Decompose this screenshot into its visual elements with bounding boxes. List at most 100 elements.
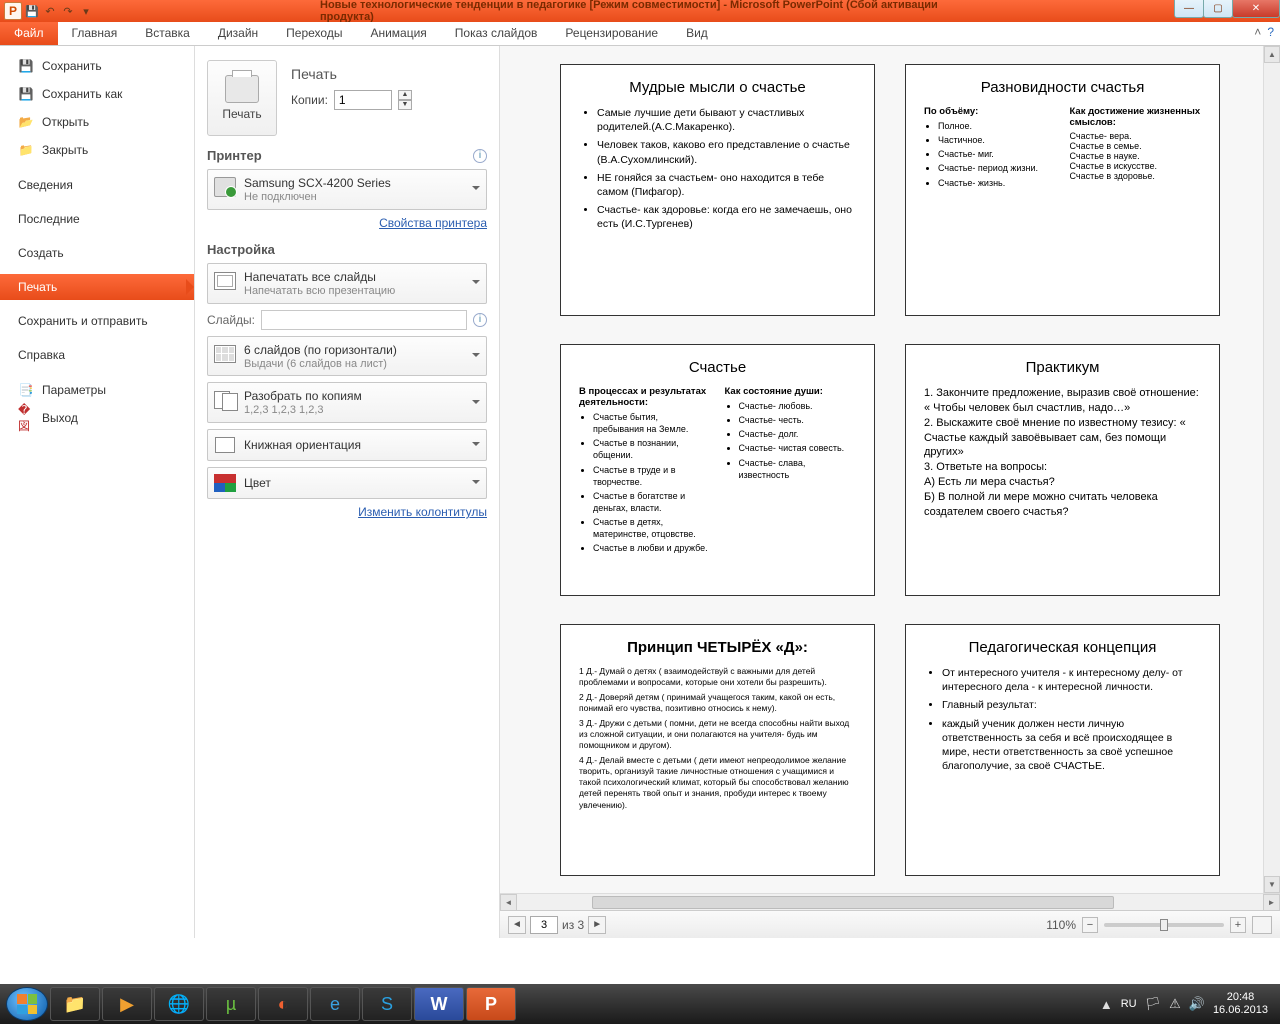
- zoom-fit-button[interactable]: [1252, 916, 1272, 934]
- prev-page-button[interactable]: ◄: [508, 916, 526, 934]
- copies-spinner[interactable]: ▲▼: [398, 90, 412, 110]
- start-button[interactable]: [6, 987, 48, 1021]
- close-file-icon: 📁: [18, 142, 34, 158]
- menu-open[interactable]: 📂Открыть: [0, 108, 194, 136]
- menu-print[interactable]: Печать: [0, 274, 194, 300]
- backstage-menu: 💾Сохранить 💾Сохранить как 📂Открыть 📁Закр…: [0, 46, 195, 938]
- collate-icon: [214, 391, 236, 409]
- window-buttons: — ▢ ✕: [1175, 0, 1280, 18]
- taskbar-mediaplayer[interactable]: ▶: [102, 987, 152, 1021]
- menu-close[interactable]: 📁Закрыть: [0, 136, 194, 164]
- ribbon-minimize-icon[interactable]: ˄: [1254, 25, 1261, 39]
- language-indicator[interactable]: RU: [1121, 998, 1137, 1010]
- print-button[interactable]: Печать: [207, 60, 277, 136]
- tab-file[interactable]: Файл: [0, 22, 58, 45]
- chevron-down-icon: [472, 186, 480, 194]
- layout-dropdown[interactable]: 6 слайдов (по горизонтали)Выдачи (6 слай…: [207, 336, 487, 377]
- window-title: Новые технологические тенденции в педаго…: [320, 0, 960, 23]
- page-input[interactable]: [530, 916, 558, 934]
- tray-show-hidden-icon[interactable]: ▲: [1100, 997, 1113, 1012]
- six-slides-icon: [214, 345, 236, 363]
- system-tray: ▲ RU 🏳 ⚠ 🔊 20:48 16.06.2013: [1100, 991, 1274, 1017]
- chevron-down-icon: [472, 280, 480, 288]
- taskbar-skype[interactable]: S: [362, 987, 412, 1021]
- ribbon-tabs: Файл Главная Вставка Дизайн Переходы Ани…: [0, 22, 1280, 46]
- taskbar-explorer[interactable]: 📁: [50, 987, 100, 1021]
- save-icon[interactable]: 💾: [24, 3, 40, 19]
- taskbar-app[interactable]: ◐: [258, 987, 308, 1021]
- page-of-label: из 3: [562, 918, 584, 932]
- printer-icon: [225, 75, 259, 103]
- preview-slide: Разновидности счастья По объёму: Полное.…: [905, 64, 1220, 316]
- taskbar-powerpoint[interactable]: P: [466, 987, 516, 1021]
- menu-share[interactable]: Сохранить и отправить: [0, 308, 194, 334]
- minimize-button[interactable]: —: [1174, 0, 1204, 18]
- taskbar-utorrent[interactable]: µ: [206, 987, 256, 1021]
- maximize-button[interactable]: ▢: [1203, 0, 1233, 18]
- tab-home[interactable]: Главная: [58, 22, 132, 45]
- next-page-button[interactable]: ►: [588, 916, 606, 934]
- titlebar: P 💾 ↶ ↷ ▾ Новые технологические тенденци…: [0, 0, 1280, 22]
- chevron-down-icon: [472, 480, 480, 488]
- slides-label: Слайды:: [207, 313, 255, 327]
- zoom-label: 110%: [1046, 918, 1076, 932]
- save-as-icon: 💾: [18, 86, 34, 102]
- printer-dropdown[interactable]: Samsung SCX-4200 SeriesНе подключен: [207, 169, 487, 210]
- menu-help[interactable]: Справка: [0, 342, 194, 368]
- preview-slide: Принцип ЧЕТЫРЁХ «Д»: 1 Д.- Думай о детях…: [560, 624, 875, 876]
- menu-exit[interactable]: �図Выход: [0, 404, 194, 432]
- menu-options[interactable]: 📑Параметры: [0, 376, 194, 404]
- clock[interactable]: 20:48 16.06.2013: [1213, 991, 1268, 1017]
- tab-review[interactable]: Рецензирование: [551, 22, 672, 45]
- zoom-out-button[interactable]: −: [1082, 917, 1098, 933]
- zoom-in-button[interactable]: +: [1230, 917, 1246, 933]
- menu-save[interactable]: 💾Сохранить: [0, 52, 194, 80]
- tab-slideshow[interactable]: Показ слайдов: [441, 22, 552, 45]
- preview-slide: Мудрые мысли о счастье Самые лучшие дети…: [560, 64, 875, 316]
- close-button[interactable]: ✕: [1232, 0, 1280, 18]
- orientation-dropdown[interactable]: Книжная ориентация: [207, 429, 487, 461]
- menu-recent[interactable]: Последние: [0, 206, 194, 232]
- printer-properties-link[interactable]: Свойства принтера: [379, 216, 487, 230]
- color-dropdown[interactable]: Цвет: [207, 467, 487, 499]
- printer-info-icon[interactable]: i: [473, 149, 487, 163]
- tab-animations[interactable]: Анимация: [356, 22, 440, 45]
- tray-flag-icon[interactable]: 🏳: [1145, 996, 1162, 1012]
- app-icon[interactable]: P: [4, 2, 22, 20]
- copies-input[interactable]: [334, 90, 392, 110]
- tab-view[interactable]: Вид: [672, 22, 722, 45]
- tab-insert[interactable]: Вставка: [131, 22, 204, 45]
- preview-scroll-area[interactable]: Мудрые мысли о счастье Самые лучшие дети…: [500, 46, 1280, 893]
- taskbar: 📁 ▶ 🌐 µ ◐ e S W P ▲ RU 🏳 ⚠ 🔊 20:48 16.06…: [0, 984, 1280, 1024]
- tab-transitions[interactable]: Переходы: [272, 22, 356, 45]
- preview-slide: Счастье В процессах и результатах деятел…: [560, 344, 875, 596]
- taskbar-word[interactable]: W: [414, 987, 464, 1021]
- preview-slide: Практикум 1. Закончите предложение, выра…: [905, 344, 1220, 596]
- menu-new[interactable]: Создать: [0, 240, 194, 266]
- backstage: 💾Сохранить 💾Сохранить как 📂Открыть 📁Закр…: [0, 46, 1280, 938]
- all-slides-icon: [214, 272, 236, 290]
- vertical-scrollbar[interactable]: ▲▼: [1263, 46, 1280, 893]
- portrait-icon: [215, 437, 235, 453]
- menu-save-as[interactable]: 💾Сохранить как: [0, 80, 194, 108]
- tray-network-icon[interactable]: ⚠: [1169, 996, 1181, 1012]
- quick-access-toolbar: P 💾 ↶ ↷ ▾: [0, 2, 94, 20]
- undo-icon[interactable]: ↶: [42, 3, 58, 19]
- print-what-dropdown[interactable]: Напечатать все слайдыНапечатать всю през…: [207, 263, 487, 304]
- redo-icon[interactable]: ↷: [60, 3, 76, 19]
- zoom-slider[interactable]: [1104, 923, 1224, 927]
- horizontal-scrollbar[interactable]: ◄►: [500, 893, 1280, 910]
- chevron-down-icon: [472, 353, 480, 361]
- tab-design[interactable]: Дизайн: [204, 22, 272, 45]
- slides-input[interactable]: [261, 310, 467, 330]
- taskbar-chrome[interactable]: 🌐: [154, 987, 204, 1021]
- edit-header-footer-link[interactable]: Изменить колонтитулы: [358, 505, 487, 519]
- menu-info[interactable]: Сведения: [0, 172, 194, 198]
- color-swatch-icon: [214, 474, 236, 492]
- slides-info-icon[interactable]: i: [473, 313, 487, 327]
- qat-more-icon[interactable]: ▾: [78, 3, 94, 19]
- collate-dropdown[interactable]: Разобрать по копиям1,2,3 1,2,3 1,2,3: [207, 382, 487, 423]
- taskbar-ie[interactable]: e: [310, 987, 360, 1021]
- tray-volume-icon[interactable]: 🔊: [1189, 996, 1205, 1012]
- help-icon[interactable]: ?: [1267, 25, 1274, 39]
